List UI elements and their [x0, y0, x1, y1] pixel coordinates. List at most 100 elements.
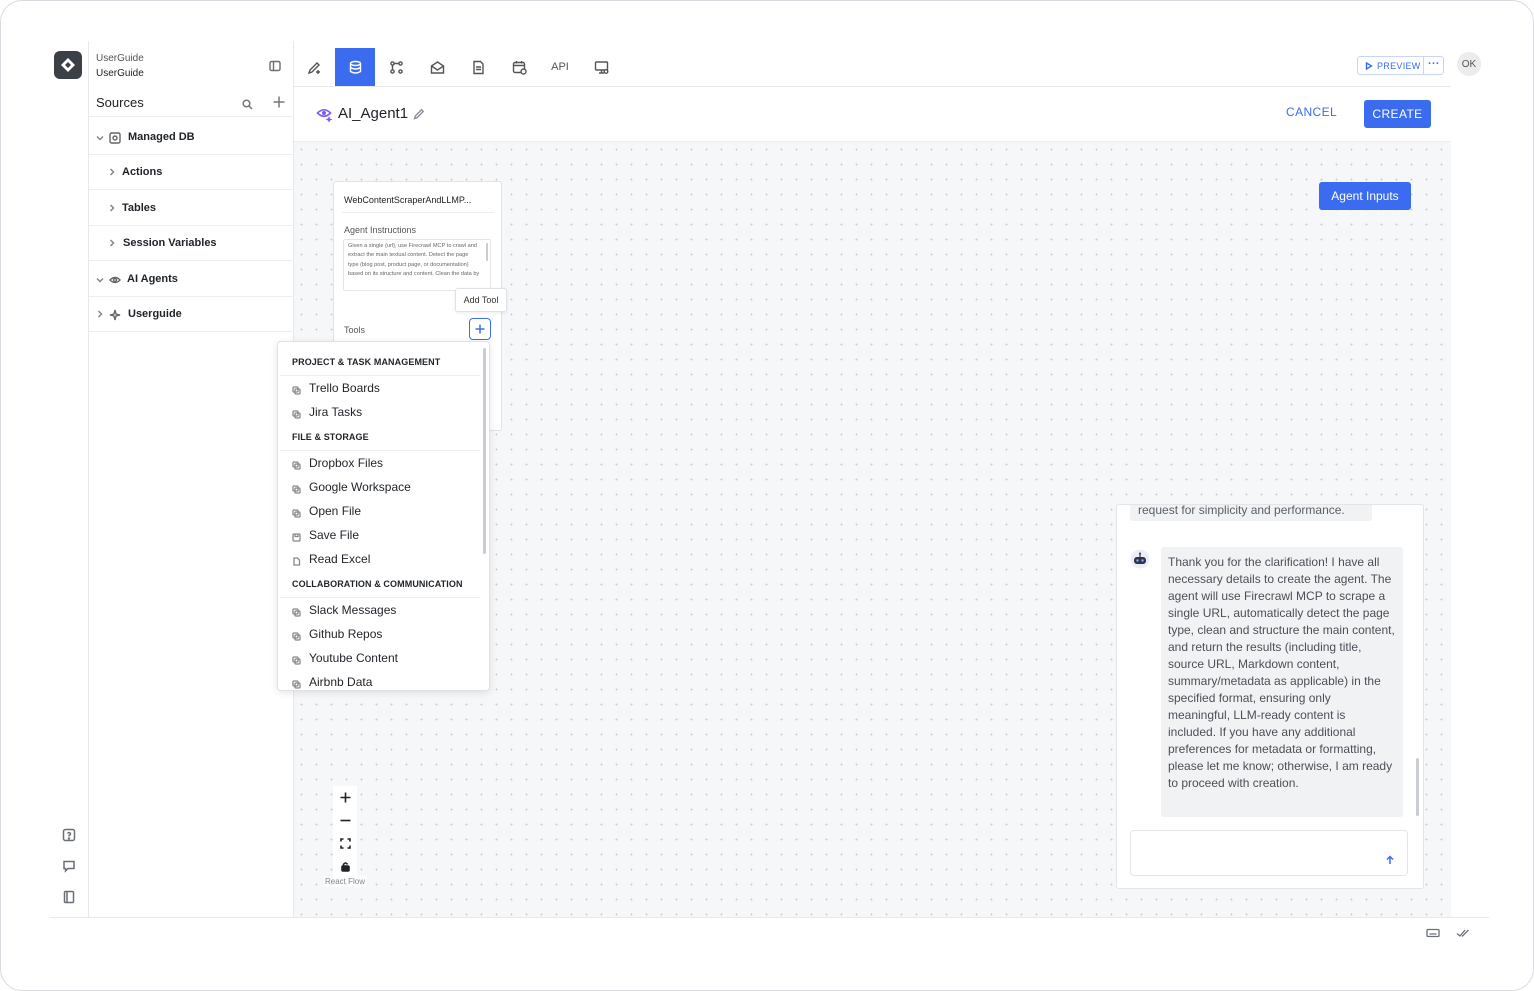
group-heading-file-storage: FILE & STORAGE	[292, 432, 369, 442]
play-icon	[1365, 61, 1373, 70]
workflow-icon	[389, 60, 403, 74]
tool-item-save-file[interactable]: Save File	[292, 528, 359, 542]
tool-item-jira[interactable]: Jira Tasks	[292, 405, 362, 419]
create-button[interactable]: CREATE	[1364, 100, 1431, 128]
add-source-button[interactable]	[272, 95, 286, 114]
app-logo[interactable]	[54, 51, 82, 79]
cancel-button[interactable]: CANCEL	[1286, 105, 1337, 119]
send-button[interactable]	[1385, 852, 1395, 864]
collapse-sidebar-button[interactable]	[269, 59, 281, 72]
more-options-button[interactable]: ···	[1428, 58, 1440, 70]
search-icon	[242, 99, 253, 110]
tool-item-label: Airbnb Data	[309, 675, 373, 689]
chat-input[interactable]	[1130, 830, 1408, 876]
tool-item-label: Save File	[309, 528, 360, 542]
tool-item-read-excel[interactable]: Read Excel	[292, 552, 370, 566]
bot-avatar-icon	[1130, 549, 1150, 569]
sidebar-item-label: Session Variables	[123, 237, 217, 249]
tab-ui-builder[interactable]	[581, 48, 621, 86]
sidebar-item-label: Actions	[122, 166, 163, 178]
tab-documents[interactable]	[458, 48, 498, 86]
ai-agent-icon	[316, 106, 334, 123]
agent-instructions-textarea[interactable]: Given a single {url}, use Firecrawl MCP …	[343, 239, 491, 291]
keyboard-icon	[1426, 928, 1440, 938]
tool-item-google-workspace[interactable]: Google Workspace	[292, 480, 411, 494]
tools-label: Tools	[344, 325, 366, 335]
logo-icon	[61, 58, 75, 72]
tool-item-trello[interactable]: Trello Boards	[292, 381, 380, 395]
tool-item-youtube[interactable]: Youtube Content	[292, 651, 398, 665]
chevron-down-icon	[95, 275, 105, 285]
tool-item-github[interactable]: Github Repos	[292, 627, 382, 641]
group-heading-project-task: PROJECT & TASK MANAGEMENT	[292, 357, 441, 367]
eye-icon	[109, 274, 121, 286]
tab-scheduler[interactable]	[499, 48, 539, 86]
tab-api[interactable]: API	[540, 48, 580, 86]
agent-instructions-label: Agent Instructions	[344, 225, 417, 235]
zoom-out-button[interactable]	[333, 809, 357, 832]
tab-editor[interactable]	[294, 48, 334, 86]
plus-icon	[340, 792, 350, 803]
preview-divider	[1423, 57, 1424, 74]
help-button[interactable]	[49, 828, 89, 842]
sidebar-item-userguide[interactable]: Userguide	[89, 297, 294, 332]
chat-scrollbar[interactable]	[1416, 758, 1419, 816]
node-title: WebContentScraperAndLLMP...	[344, 195, 472, 205]
tab-workflow[interactable]	[376, 48, 416, 86]
tool-item-label: Dropbox Files	[309, 456, 384, 470]
agent-inputs-button[interactable]: Agent Inputs	[1319, 182, 1411, 210]
tool-item-label: Trello Boards	[309, 381, 380, 395]
tool-item-label: Youtube Content	[309, 651, 398, 665]
sidebar-item-tables[interactable]: Tables	[89, 191, 294, 226]
docs-button[interactable]	[49, 890, 89, 904]
assistant-message: Thank you for the clarification! I have …	[1161, 547, 1403, 817]
sidebar-item-session-variables[interactable]: Session Variables	[89, 226, 294, 261]
keyboard-shortcuts-button[interactable]	[1426, 926, 1440, 940]
chevron-right-icon	[107, 238, 117, 248]
tool-icon	[292, 678, 301, 689]
calendar-clock-icon	[512, 60, 527, 75]
tool-item-label: Slack Messages	[309, 603, 397, 617]
chevron-down-icon	[95, 133, 105, 143]
tab-database[interactable]	[335, 48, 375, 86]
chat-button[interactable]	[49, 859, 89, 873]
chat-bubble-icon	[63, 860, 75, 873]
status-check-button[interactable]	[1456, 926, 1470, 940]
add-tool-button[interactable]	[469, 318, 491, 340]
group-heading-collaboration: COLLABORATION & COMMUNICATION	[292, 579, 463, 589]
preview-button[interactable]: PREVIEW ···	[1357, 56, 1444, 75]
sidebar-item-managed-db[interactable]: Managed DB	[89, 120, 294, 155]
tool-item-slack[interactable]: Slack Messages	[292, 603, 396, 617]
api-label: API	[551, 61, 569, 73]
document-icon	[472, 60, 484, 74]
user-avatar[interactable]: OK	[1457, 52, 1481, 76]
database-icon	[109, 132, 121, 144]
dropdown-scrollbar[interactable]	[483, 348, 486, 554]
lock-button[interactable]	[333, 855, 357, 878]
chevron-right-icon	[95, 309, 105, 319]
double-check-icon	[1456, 929, 1469, 937]
sidebar-item-ai-agents[interactable]: AI Agents	[89, 262, 294, 297]
chat-panel: request for simplicity and performance. …	[1116, 504, 1424, 889]
search-sources-button[interactable]	[242, 97, 253, 115]
edit-agent-name-button[interactable]	[413, 107, 425, 120]
status-footer	[49, 917, 1489, 947]
workspace-brand[interactable]: UserGuide UserGuide	[96, 51, 144, 81]
tool-item-airbnb[interactable]: Airbnb Data	[292, 675, 372, 689]
zoom-in-button[interactable]	[333, 786, 357, 809]
group-divider	[280, 375, 480, 376]
sidebar-item-actions[interactable]: Actions	[89, 155, 294, 190]
zoom-controls	[333, 786, 357, 878]
tool-item-open-file[interactable]: Open File	[292, 504, 361, 518]
tab-email[interactable]	[417, 48, 457, 86]
book-icon	[63, 890, 75, 904]
sidebar-item-label: Tables	[122, 202, 157, 214]
minus-icon	[340, 819, 350, 822]
monitor-settings-icon	[594, 60, 608, 74]
react-flow-attribution[interactable]: React Flow	[323, 876, 368, 887]
help-icon	[62, 828, 76, 842]
fit-view-button[interactable]	[333, 832, 357, 855]
instructions-scrollbar[interactable]	[486, 243, 488, 261]
group-divider	[280, 450, 480, 451]
tool-item-dropbox[interactable]: Dropbox Files	[292, 456, 383, 470]
